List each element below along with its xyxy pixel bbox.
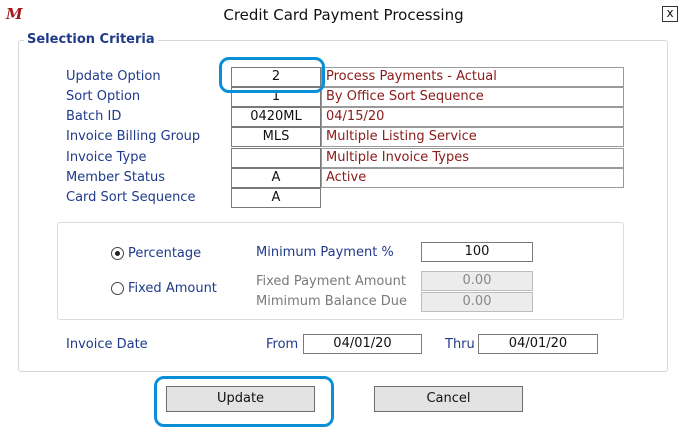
selection-criteria-title: Selection Criteria — [24, 32, 158, 47]
minimum-payment-label: Minimum Payment % — [256, 245, 394, 260]
batch-id-description: 04/15/20 — [321, 107, 624, 127]
sort-option-description: By Office Sort Sequence — [321, 87, 624, 107]
invoice-date-label: Invoice Date — [66, 337, 148, 352]
window-title: Credit Card Payment Processing — [223, 6, 464, 24]
invoice-type-label: Invoice Type — [66, 150, 147, 165]
percentage-label[interactable]: Percentage — [128, 246, 201, 261]
fixed-payment-amount-field[interactable]: 0.00 — [421, 271, 533, 291]
from-label: From — [266, 337, 299, 352]
close-button[interactable]: x — [662, 6, 678, 22]
invoice-date-from-field[interactable]: 04/01/20 — [303, 334, 422, 354]
update-option-description: Process Payments - Actual — [321, 67, 624, 87]
member-status-description: Active — [321, 168, 624, 188]
invoice-billing-group-label: Invoice Billing Group — [66, 129, 201, 144]
update-option-label: Update Option — [66, 69, 161, 84]
batch-id-field[interactable]: 0420ML — [231, 107, 321, 127]
title-bar: M Credit Card Payment Processing x — [0, 0, 687, 31]
fixed-payment-amount-label: Fixed Payment Amount — [256, 274, 406, 289]
fixed-amount-radio[interactable] — [111, 282, 124, 295]
update-option-highlight — [219, 57, 325, 93]
minimum-balance-due-field[interactable]: 0.00 — [421, 292, 533, 312]
thru-label: Thru — [445, 337, 475, 352]
cancel-button[interactable]: Cancel — [374, 386, 523, 412]
update-button-highlight — [154, 376, 334, 427]
member-status-label: Member Status — [66, 170, 166, 185]
card-sort-sequence-field[interactable]: A — [231, 188, 321, 208]
invoice-type-field[interactable] — [231, 148, 321, 168]
batch-id-label: Batch ID — [66, 109, 122, 124]
invoice-date-thru-field[interactable]: 04/01/20 — [478, 334, 598, 354]
minimum-payment-field[interactable]: 100 — [421, 242, 533, 262]
percentage-radio[interactable] — [111, 247, 124, 260]
minimum-balance-due-label: Mimimum Balance Due — [256, 294, 408, 309]
card-sort-sequence-label: Card Sort Sequence — [66, 190, 196, 205]
invoice-type-description: Multiple Invoice Types — [321, 148, 624, 168]
sort-option-label: Sort Option — [66, 89, 141, 104]
member-status-field[interactable]: A — [231, 168, 321, 188]
fixed-amount-label[interactable]: Fixed Amount — [128, 281, 217, 296]
invoice-billing-group-field[interactable]: MLS — [231, 127, 321, 147]
invoice-billing-group-description: Multiple Listing Service — [321, 127, 624, 147]
radio-selected-dot — [115, 251, 120, 256]
